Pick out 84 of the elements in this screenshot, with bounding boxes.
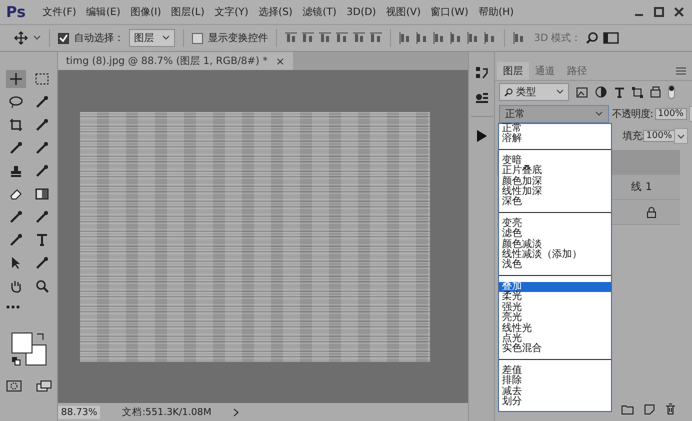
align-icon[interactable] [285, 32, 297, 44]
app-logo[interactable]: Ps [6, 3, 26, 21]
align-icon[interactable] [450, 32, 462, 44]
auto-select-label: 自动选择： [74, 32, 124, 45]
menu-item[interactable]: 窗口(W) [426, 5, 474, 19]
blend-mode-option[interactable]: 实色混合 [499, 344, 611, 355]
menu-item[interactable]: 文字(Y) [210, 5, 254, 19]
close-tab-button[interactable]: × [276, 54, 285, 68]
document-size-text: 文档:551.3K/1.08M [122, 406, 212, 418]
menu-item[interactable]: 图层(L) [166, 5, 210, 19]
align-icon[interactable] [302, 32, 314, 44]
play-icon[interactable] [476, 129, 488, 143]
close-icon[interactable] [672, 6, 686, 18]
blend-mode-option[interactable]: 浅色 [499, 260, 611, 271]
blend-mode-option[interactable]: 柔光 [499, 292, 611, 303]
menu-item[interactable]: 图像(I) [125, 5, 166, 19]
align-icon[interactable] [399, 32, 411, 44]
caret-icon [162, 35, 170, 41]
blend-mode-option[interactable]: 线性加深 [499, 187, 611, 198]
panel-menu-icon[interactable] [676, 67, 686, 75]
workspace-icon[interactable] [603, 32, 620, 44]
align-icon[interactable] [484, 32, 496, 44]
blend-mode-option[interactable]: 线性光 [499, 324, 611, 334]
move-tool[interactable] [6, 70, 26, 88]
menu-item[interactable]: 滤镜(T) [298, 5, 342, 19]
screen-mode-icon[interactable] [36, 380, 52, 392]
align-icon[interactable] [513, 32, 525, 44]
blend-mode-option[interactable]: 亮光 [499, 313, 611, 324]
caret-icon [595, 111, 603, 117]
layer-name: 线 1 [631, 180, 652, 194]
trash-icon[interactable] [665, 403, 676, 415]
caret-icon[interactable] [674, 128, 688, 144]
lock-icon [647, 206, 656, 218]
zoom-field[interactable]: 88.73% [58, 406, 100, 418]
maximize-icon[interactable] [652, 6, 666, 18]
chevron-right-icon[interactable] [233, 408, 240, 416]
history-icon[interactable] [474, 66, 488, 80]
menu-item[interactable]: 编辑(E) [81, 5, 126, 19]
quick-mask-icon[interactable] [6, 380, 22, 392]
mode-3d-label: 3D 模式： [534, 32, 582, 45]
align-icon[interactable] [467, 32, 479, 44]
shape-filter-icon[interactable] [632, 86, 643, 98]
fill-field[interactable]: 100% [643, 130, 675, 142]
align-icon[interactable] [433, 32, 445, 44]
menu-item[interactable]: 文件(F) [38, 5, 82, 19]
smart-object-filter-icon[interactable] [650, 86, 661, 98]
align-icon[interactable] [370, 32, 382, 44]
document-tab[interactable]: timg (8).jpg @ 88.7% (图层 1, RGB/8#) * × [58, 52, 293, 70]
opacity-label: 不透明度: [612, 108, 653, 121]
align-icon[interactable] [319, 32, 331, 44]
menu-item[interactable]: 帮助(H) [473, 5, 519, 19]
folder-icon[interactable] [621, 404, 634, 414]
image-filter-icon[interactable] [576, 86, 588, 98]
adjustment-filter-icon[interactable] [595, 86, 607, 98]
blend-mode-option[interactable]: 正片叠底 [499, 166, 611, 177]
blend-mode-option[interactable]: 排除 [499, 376, 611, 387]
blend-mode-option[interactable]: 深色 [499, 197, 611, 208]
caret-icon[interactable] [33, 35, 41, 41]
align-icon[interactable] [416, 32, 428, 44]
blend-mode-dropdown[interactable]: 正常 [499, 105, 609, 123]
blend-mode-option[interactable]: 滤色 [499, 229, 611, 240]
move-icon[interactable] [14, 31, 28, 45]
blend-mode-option[interactable]: 溶解 [499, 134, 611, 145]
menu-item[interactable]: 选择(S) [253, 5, 298, 19]
blend-mode-option[interactable]: 划分 [499, 396, 611, 408]
menu-item[interactable]: 3D(D) [342, 6, 382, 18]
align-icon[interactable] [336, 32, 348, 44]
opacity-field[interactable]: 100% [654, 108, 687, 120]
type-filter-icon[interactable] [614, 86, 625, 98]
show-transform-checkbox[interactable] [192, 32, 203, 44]
properties-icon[interactable] [474, 92, 488, 104]
show-transform-label: 显示变换控件 [208, 32, 268, 45]
blend-mode-option[interactable]: 减去 [499, 386, 611, 397]
auto-select-checkbox[interactable] [58, 32, 69, 44]
align-icon[interactable] [353, 32, 365, 44]
search-icon[interactable] [586, 32, 598, 44]
caret-icon [556, 89, 564, 95]
panel-tab[interactable]: 图层 [497, 62, 529, 80]
filter-toggle-icon[interactable] [668, 85, 675, 99]
search-icon [504, 88, 513, 96]
filter-dropdown[interactable]: 类型 [499, 83, 569, 101]
target-dropdown[interactable]: 图层 [129, 29, 175, 47]
new-layer-icon[interactable] [644, 404, 655, 414]
menu-item[interactable]: 视图(V) [381, 5, 426, 19]
